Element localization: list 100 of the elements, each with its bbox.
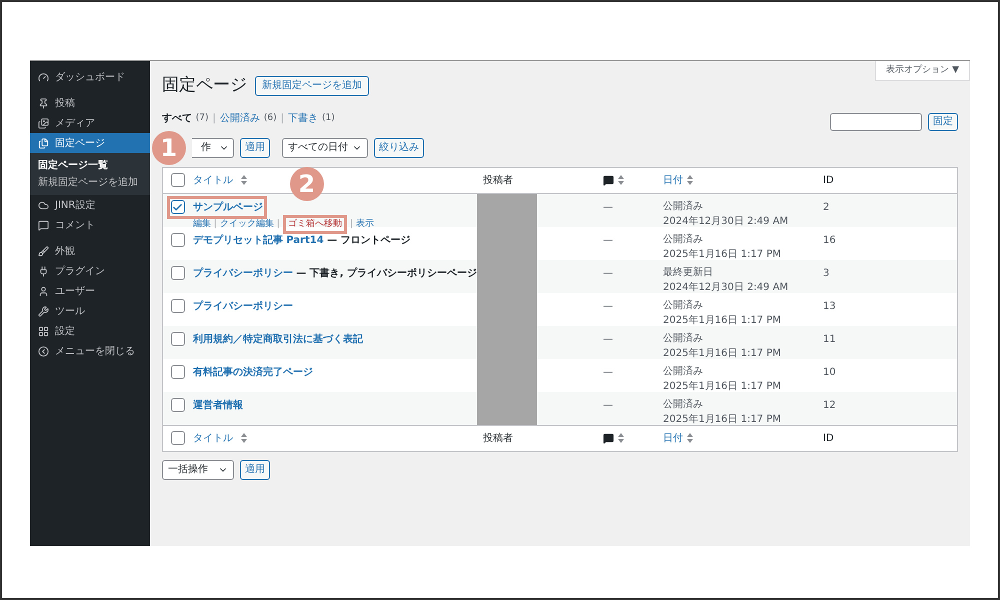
page-state: — 下書き, プライバシーポリシーページ xyxy=(295,266,477,280)
id-cell: 10 xyxy=(823,366,836,378)
comment-count: — xyxy=(603,300,613,312)
checkbox[interactable] xyxy=(170,200,185,214)
sidebar-item[interactable]: メディア xyxy=(30,113,150,133)
checkbox[interactable] xyxy=(170,398,185,412)
checkbox[interactable] xyxy=(170,299,185,313)
date-text: 2025年1月16日 1:17 PM xyxy=(663,314,782,328)
id-cell: 16 xyxy=(823,234,836,246)
date-filter-select[interactable]: すべての日付 xyxy=(282,138,368,158)
submenu-item[interactable]: 固定ページ一覧 xyxy=(30,157,150,174)
sidebar-item[interactable]: JINR設定 xyxy=(30,195,150,215)
search-button[interactable]: 固定 xyxy=(928,112,958,130)
column-header[interactable]: タイトル xyxy=(192,172,233,188)
search-field[interactable] xyxy=(830,112,922,130)
date-text: 2024年12月30日 2:49 AM xyxy=(663,280,790,294)
page-title-link[interactable]: 運営者情報 xyxy=(192,398,243,412)
pages-icon xyxy=(38,138,49,148)
user-icon xyxy=(38,286,49,296)
separator: | xyxy=(214,218,217,230)
collapse-icon xyxy=(38,346,49,356)
comment-count: — xyxy=(603,202,613,212)
page-title-link[interactable]: デモプリセット記事 Part14 xyxy=(192,232,324,248)
check-icon xyxy=(172,202,184,212)
row-action-link[interactable]: 表示 xyxy=(356,218,374,231)
checkbox[interactable] xyxy=(170,173,185,187)
sidebar-item[interactable]: ツール xyxy=(30,301,150,321)
view-filter-link[interactable]: 下書き xyxy=(288,111,318,126)
add-new-page-button[interactable]: 新規固定ページを追加 xyxy=(254,76,369,96)
status-text: 公開済み xyxy=(663,200,704,214)
bulk-action-select[interactable]: 作 xyxy=(192,138,234,158)
column-header: 投稿者 xyxy=(483,432,513,444)
comment-count: — xyxy=(603,400,613,410)
page-title-link[interactable]: プライバシーポリシー xyxy=(192,298,293,314)
pin-icon xyxy=(38,98,49,108)
plug-icon xyxy=(38,266,49,276)
date-text: 2024年12月30日 2:49 AM xyxy=(663,214,790,228)
date-text: 2025年1月16日 1:17 PM xyxy=(663,380,782,394)
sidebar-item[interactable]: 投稿 xyxy=(30,93,150,113)
sidebar-item[interactable]: ダッシュボード xyxy=(30,67,150,87)
sidebar-item[interactable]: ユーザー xyxy=(30,281,150,301)
redacted-area xyxy=(477,392,537,424)
status-text: 公開済み xyxy=(663,232,704,246)
row-action-link[interactable]: クイック編集 xyxy=(220,218,274,231)
column-header: ID xyxy=(823,174,834,186)
submenu-item[interactable]: 新規固定ページを追加 xyxy=(30,174,150,191)
status-text: 公開済み xyxy=(663,364,704,378)
checkbox[interactable] xyxy=(170,233,185,247)
checkbox[interactable] xyxy=(170,332,185,346)
trash-link[interactable]: ゴミ箱へ移動 xyxy=(288,218,342,231)
brush-icon xyxy=(38,246,49,256)
sidebar-item[interactable]: 外観 xyxy=(30,241,150,261)
sort-icon xyxy=(618,175,624,185)
status-text: 公開済み xyxy=(663,398,704,412)
screen-options-tab[interactable]: 表示オプション ▼ xyxy=(875,61,970,81)
status-text: 公開済み xyxy=(663,298,704,312)
comment-icon xyxy=(603,432,614,444)
bulk-action-select[interactable]: 一括操作 xyxy=(162,460,234,480)
status-text: 公開済み xyxy=(663,332,704,346)
page-title-link[interactable]: プライバシーポリシー xyxy=(192,266,293,280)
sidebar-item[interactable]: コメント xyxy=(30,215,150,235)
column-header[interactable]: タイトル xyxy=(192,430,233,446)
sidebar-item[interactable]: メニューを閉じる xyxy=(30,341,150,361)
date-text: 2025年1月16日 1:17 PM xyxy=(663,248,782,262)
sort-icon xyxy=(618,433,624,443)
checkbox[interactable] xyxy=(170,431,185,445)
page-title-link[interactable]: 有料記事の決済完了ページ xyxy=(192,364,313,380)
cloud-icon xyxy=(38,200,49,210)
separator: | xyxy=(350,218,353,230)
page-title-link[interactable]: サンプルページ xyxy=(192,200,263,214)
view-filter-link[interactable]: 公開済み xyxy=(220,111,260,126)
media-icon xyxy=(38,118,49,128)
apply-button[interactable]: 適用 xyxy=(240,460,270,480)
sort-icon xyxy=(687,433,693,443)
wrench-icon xyxy=(38,306,49,316)
page-state: — フロントページ xyxy=(326,234,411,248)
sort-icon xyxy=(240,175,247,185)
step-number-badge: 1 xyxy=(152,131,186,165)
sidebar-item[interactable]: 固定ページ xyxy=(30,133,150,153)
checkbox[interactable] xyxy=(170,266,185,280)
date-text: 2025年1月16日 1:17 PM xyxy=(663,346,782,360)
date-text: 2025年1月16日 1:17 PM xyxy=(663,412,782,426)
separator: | xyxy=(276,218,280,230)
column-header[interactable]: 日付 xyxy=(663,430,683,446)
checkbox[interactable] xyxy=(170,365,185,379)
page-title-link[interactable]: 利用規約／特定商取引法に基づく表記 xyxy=(192,332,363,346)
row-action-link[interactable]: 編集 xyxy=(192,218,211,231)
id-cell: 11 xyxy=(823,334,836,344)
apply-button[interactable]: 適用 xyxy=(240,138,270,158)
column-header[interactable]: 日付 xyxy=(663,172,683,188)
comment-count: — xyxy=(603,268,613,278)
filter-button[interactable]: 絞り込み xyxy=(374,138,424,158)
view-filter-link[interactable]: すべて xyxy=(162,111,192,126)
separator: | xyxy=(280,112,284,126)
comment-count: — xyxy=(603,234,613,246)
redacted-area xyxy=(477,194,537,226)
status-text: 最終更新日 xyxy=(663,266,714,280)
id-cell: 12 xyxy=(823,400,836,410)
sidebar-item[interactable]: 設定 xyxy=(30,321,150,341)
sidebar-item[interactable]: プラグイン xyxy=(30,261,150,281)
